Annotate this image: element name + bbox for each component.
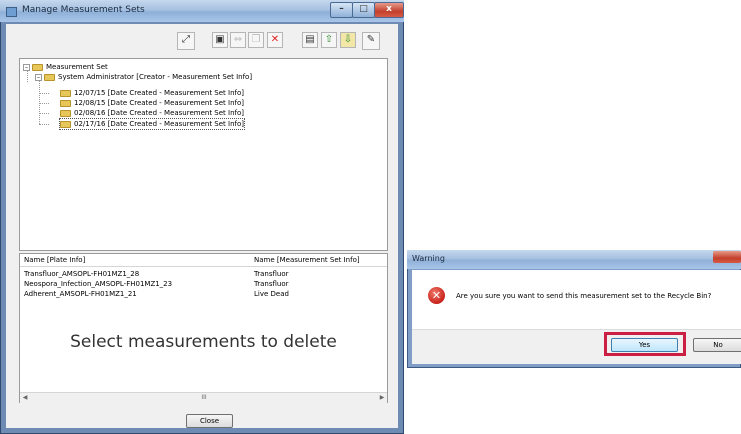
column-header-set-name[interactable]: Name [Measurement Set Info]	[254, 256, 360, 264]
minimize-button[interactable]: –	[330, 2, 353, 18]
no-button[interactable]: No	[693, 338, 741, 352]
close-button[interactable]: Close	[186, 414, 233, 428]
folder-icon	[60, 89, 71, 97]
tree-node-creator[interactable]: – System Administrator [Creator - Measure…	[35, 72, 252, 82]
close-window-button[interactable]: x	[374, 2, 404, 18]
warning-dialog: Warning ✕ Are you sure you want to send …	[407, 250, 741, 368]
table-cell-plate[interactable]: Adherent_AMSOPL-FH01MZ1_21	[24, 290, 137, 298]
tree-label-set: 02/17/16 [Date Created - Measurement Set…	[74, 120, 245, 128]
warning-titlebar[interactable]: Warning	[407, 250, 741, 269]
app-icon	[6, 7, 17, 17]
folder-icon	[60, 99, 71, 107]
horizontal-scrollbar[interactable]: ◀ III ▶	[20, 392, 387, 403]
tree-node-set[interactable]: 02/08/16 [Date Created - Measurement Set…	[60, 108, 244, 118]
column-header-plate-name[interactable]: Name [Plate Info]	[24, 256, 85, 264]
close-icon: x	[386, 4, 392, 14]
plate-list[interactable]: Name [Plate Info] Name [Measurement Set …	[19, 253, 388, 403]
settings-icon[interactable]: ✎	[362, 32, 380, 50]
scroll-left-icon[interactable]: ◀	[20, 393, 30, 403]
paste-icon[interactable]: ❐	[248, 32, 264, 48]
warning-button-bar	[412, 329, 741, 364]
measurement-set-tree[interactable]: – Measurement Set – System Administrator […	[19, 58, 388, 251]
tree-label-root: Measurement Set	[46, 63, 108, 71]
fit-icon[interactable]: ⤢	[177, 32, 195, 50]
folder-icon	[32, 63, 43, 71]
tree-label-set: 12/07/15 [Date Created - Measurement Set…	[74, 89, 245, 97]
tree-node-set[interactable]: 12/08/15 [Date Created - Measurement Set…	[60, 98, 244, 108]
header-divider	[20, 266, 387, 267]
error-icon: ✕	[428, 287, 445, 304]
main-titlebar[interactable]: Manage Measurement Sets – □ x	[0, 0, 404, 22]
maximize-button[interactable]: □	[352, 2, 375, 18]
tree-label-set: 02/08/16 [Date Created - Measurement Set…	[74, 109, 245, 117]
instruction-overlay-text: Select measurements to delete	[70, 332, 337, 352]
tree-node-set[interactable]: 12/07/15 [Date Created - Measurement Set…	[60, 88, 244, 98]
table-cell-set[interactable]: Transfluor	[254, 270, 289, 278]
export-icon[interactable]: ⇧	[321, 32, 337, 48]
table-cell-set[interactable]: Transfluor	[254, 280, 289, 288]
import-icon[interactable]: ⇩	[340, 32, 356, 48]
yes-button[interactable]: Yes	[611, 338, 678, 352]
folder-icon	[44, 73, 55, 81]
tree-node-root[interactable]: – Measurement Set	[23, 62, 108, 72]
table-cell-plate[interactable]: Neospora_Infection_AMSOPL-FH01MZ1_23	[24, 280, 172, 288]
scroll-right-icon[interactable]: ▶	[377, 393, 387, 403]
warning-message: Are you sure you want to send this measu…	[456, 292, 712, 300]
copy-rename-icon[interactable]: ⇔	[230, 32, 246, 48]
collapse-icon[interactable]: –	[35, 73, 42, 81]
window-title: Manage Measurement Sets	[22, 5, 145, 15]
tree-label-set: 12/08/15 [Date Created - Measurement Set…	[74, 99, 245, 107]
tree-label-creator: System Administrator [Creator - Measurem…	[58, 73, 253, 81]
table-cell-plate[interactable]: Transfluor_AMSOPL-FH01MZ1_28	[24, 270, 139, 278]
folder-icon	[60, 109, 71, 117]
tree-node-set-selected[interactable]: 02/17/16 [Date Created - Measurement Set…	[58, 118, 246, 130]
collapse-icon[interactable]: –	[23, 63, 30, 71]
delete-icon[interactable]: ✕	[267, 32, 283, 48]
properties-icon[interactable]: ▤	[302, 32, 318, 48]
save-icon[interactable]: ▣	[212, 32, 228, 48]
open-folder-icon	[60, 120, 71, 128]
scroll-thumb[interactable]: III	[196, 393, 212, 403]
warning-title: Warning	[412, 254, 445, 263]
warning-close-button[interactable]	[713, 251, 741, 263]
table-cell-set[interactable]: Live Dead	[254, 290, 289, 298]
